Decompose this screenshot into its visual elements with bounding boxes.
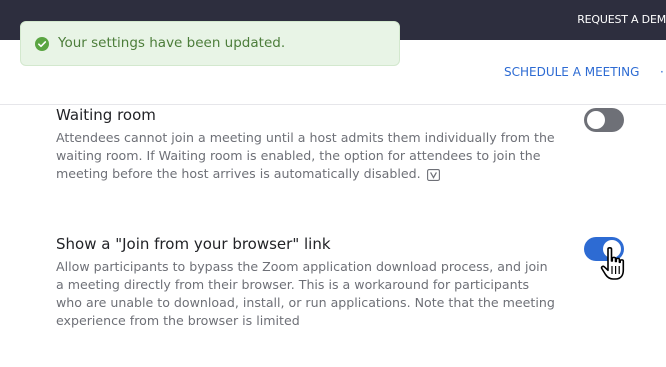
setting-description: Attendees cannot join a meeting until a … [56, 130, 555, 181]
setting-description: Allow participants to bypass the Zoom ap… [56, 259, 555, 328]
hand-pointer-cursor-icon [600, 247, 625, 280]
nav-overflow[interactable]: · [660, 65, 664, 79]
waiting-room-toggle[interactable] [584, 108, 624, 132]
settings-updated-toast: Your settings have been updated. [20, 21, 400, 66]
toggle-knob [587, 111, 605, 129]
request-demo-link[interactable]: REQUEST A DEM [577, 13, 666, 26]
check-circle-icon [35, 37, 49, 51]
setting-title: Show a "Join from your browser" link [56, 235, 331, 253]
toast-message: Your settings have been updated. [58, 35, 286, 51]
setting-title: Waiting room [56, 106, 156, 124]
setting-join-from-browser: Show a "Join from your browser" link All… [56, 235, 556, 330]
video-help-icon[interactable] [426, 169, 440, 181]
schedule-meeting-link[interactable]: SCHEDULE A MEETING [504, 65, 639, 79]
setting-waiting-room: Waiting room Attendees cannot join a mee… [56, 106, 556, 183]
